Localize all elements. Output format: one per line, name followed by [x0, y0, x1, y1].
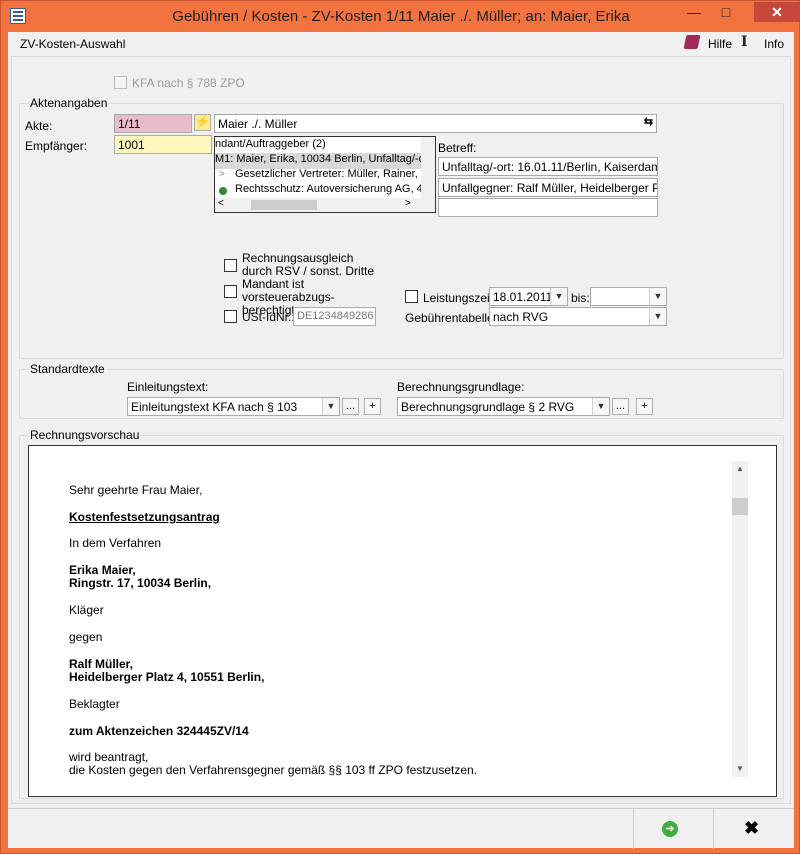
preview-line: Kläger	[69, 603, 104, 617]
list-item[interactable]: M1: Maier, Erika, 10034 Berlin, Unfallta…	[215, 153, 425, 169]
chevron-down-icon[interactable]: ▼	[592, 398, 609, 415]
aktenangaben-title: Aktenangaben	[28, 96, 110, 110]
list-scroll-thumb[interactable]	[251, 200, 317, 210]
preview-scroll-thumb[interactable]	[732, 498, 748, 515]
preview-line: wird beantragt,	[69, 750, 149, 764]
rsv-label: Rechnungsausgleich durch RSV / sonst. Dr…	[242, 251, 375, 278]
standardtexte-title: Standardtexte	[28, 362, 107, 376]
cancel-button[interactable]: ✖	[713, 809, 793, 849]
betreff-label: Betreff:	[438, 141, 477, 155]
recipient-list[interactable]: ndant/Auftraggeber (2) M1: Maier, Erika,…	[214, 136, 436, 213]
grundlage-more-button[interactable]: ...	[612, 398, 629, 415]
einleitung-select[interactable]: Einleitungstext KFA nach § 103 ▼	[127, 397, 340, 416]
leistungszeit-date[interactable]: 18.01.2011 ▼	[489, 287, 568, 306]
close-x-icon: ✖	[744, 818, 760, 838]
list-item[interactable]: Rechtsschutz: Autoversicherung AG, 4	[235, 183, 423, 199]
leistungszeit-value: 18.01.2011	[493, 290, 553, 304]
swap-arrows-icon[interactable]: ⇆	[640, 115, 657, 132]
preview-line: Beklagter	[69, 697, 120, 711]
betreff-line-2[interactable]: Unfallgegner: Ralf Müller, Heidelberger …	[438, 178, 658, 197]
preview-vertical-scrollbar[interactable]: ▲ ▼	[732, 461, 748, 777]
ustid-label: USt-IdNr.:	[242, 310, 295, 324]
preview-line: die Kosten gegen den Verfahrensgegner ge…	[69, 763, 478, 777]
title-bar: Gebühren / Kosten - ZV-Kosten 1/11 Maier…	[1, 1, 800, 32]
kfa-checkbox[interactable]	[114, 76, 127, 89]
betreff-line-1[interactable]: Unfalltag/-ort: 16.01.11/Berlin, Kaiserd…	[438, 157, 658, 176]
empfaenger-field[interactable]: 1001	[114, 135, 212, 154]
preview-line: zum Aktenzeichen 324445ZV/14	[69, 724, 249, 738]
akte-label: Akte:	[25, 119, 53, 133]
preview-line: Sehr geehrte Frau Maier,	[69, 483, 203, 497]
list-item[interactable]: ndant/Auftraggeber (2)	[215, 138, 421, 154]
preview-line: Ringstr. 17, 10034 Berlin,	[69, 576, 212, 590]
maximize-button[interactable]: □	[713, 2, 739, 22]
status-dot-icon	[219, 187, 227, 195]
rechnungsvorschau-title: Rechnungsvorschau	[28, 428, 142, 442]
leistungszeit-label: Leistungszeit:	[423, 291, 497, 305]
chevron-right-icon: >	[219, 169, 225, 180]
einleitung-value: Einleitungstext KFA nach § 103	[131, 400, 298, 414]
arrow-right-circle-icon: ➜	[662, 821, 678, 837]
client-area: ZV-Kosten-Auswahl Hilfe I Info KFA nach …	[8, 32, 794, 849]
vorsteuer-checkbox[interactable]	[224, 285, 237, 298]
kfa-label: KFA nach § 788 ZPO	[132, 76, 245, 90]
application-window: Gebühren / Kosten - ZV-Kosten 1/11 Maier…	[0, 0, 800, 854]
grundlage-label: Berechnungsgrundlage:	[397, 380, 525, 394]
button-bar: ➜ ✖	[8, 808, 794, 849]
preview-line: Erika Maier,	[69, 563, 136, 577]
gebuehrentabelle-select[interactable]: nach RVG ▼	[489, 307, 667, 326]
info-cursor-icon[interactable]: I	[741, 34, 748, 50]
grundlage-select[interactable]: Berechnungsgrundlage § 2 RVG ▼	[397, 397, 610, 416]
list-item[interactable]: Gesetzlicher Vertreter: Müller, Rainer, …	[235, 168, 427, 184]
chevron-down-icon[interactable]: ▼	[649, 308, 666, 325]
preview-line: In dem Verfahren	[69, 536, 162, 550]
menu-zv-kosten-auswahl[interactable]: ZV-Kosten-Auswahl	[20, 37, 125, 51]
menu-hilfe[interactable]: Hilfe	[708, 37, 732, 51]
scroll-down-arrow-icon[interactable]: ▼	[732, 761, 748, 777]
empfaenger-label: Empfänger:	[25, 139, 88, 153]
leistungszeit-checkbox[interactable]	[405, 290, 418, 303]
help-book-icon[interactable]	[683, 35, 701, 49]
chevron-down-icon[interactable]: ▼	[649, 288, 666, 305]
chevron-down-icon[interactable]: ▼	[550, 288, 567, 305]
list-horizontal-scrollbar[interactable]: < >	[215, 198, 435, 212]
preview-line: Ralf Müller,	[69, 657, 134, 671]
gebuehrentabelle-label: Gebührentabelle:	[405, 311, 498, 325]
scroll-up-arrow-icon[interactable]: ▲	[732, 461, 748, 477]
betreff-line-3[interactable]	[438, 198, 658, 217]
list-vertical-scrollbar[interactable]	[421, 137, 435, 199]
preview-line: gegen	[69, 630, 103, 644]
einleitung-add-button[interactable]: +	[364, 398, 381, 415]
grundlage-add-button[interactable]: +	[636, 398, 653, 415]
minimize-button[interactable]: —	[681, 2, 707, 22]
akte-name-field[interactable]: Maier ./. Müller	[214, 114, 657, 133]
invoice-preview[interactable]: Sehr geehrte Frau Maier, Kostenfestsetzu…	[28, 445, 777, 797]
preview-line: Heidelberger Platz 4, 10551 Berlin,	[69, 670, 265, 684]
akte-field[interactable]: 1/11	[114, 114, 192, 133]
scroll-right-arrow-icon[interactable]: >	[405, 198, 411, 209]
bis-date[interactable]: ▼	[590, 287, 667, 306]
menu-bar: ZV-Kosten-Auswahl Hilfe I Info	[8, 32, 794, 56]
bis-label: bis:	[571, 291, 590, 305]
scroll-left-arrow-icon[interactable]: <	[218, 198, 224, 209]
chevron-down-icon[interactable]: ▼	[322, 398, 339, 415]
einleitung-label: Einleitungstext:	[127, 380, 209, 394]
close-window-button[interactable]: ✕	[754, 2, 800, 22]
menu-info[interactable]: Info	[764, 37, 784, 51]
grundlage-value: Berechnungsgrundlage § 2 RVG	[401, 400, 575, 414]
ustid-field[interactable]: DE1234849286	[293, 307, 376, 326]
einleitung-more-button[interactable]: ...	[342, 398, 359, 415]
rsv-checkbox[interactable]	[224, 259, 237, 272]
ok-button[interactable]: ➜	[633, 809, 713, 849]
ustid-checkbox[interactable]	[224, 310, 237, 323]
preview-line: Kostenfestsetzungsantrag	[69, 510, 220, 524]
lightning-icon[interactable]: ⚡	[194, 114, 211, 131]
gebuehrentabelle-value: nach RVG	[493, 310, 549, 324]
